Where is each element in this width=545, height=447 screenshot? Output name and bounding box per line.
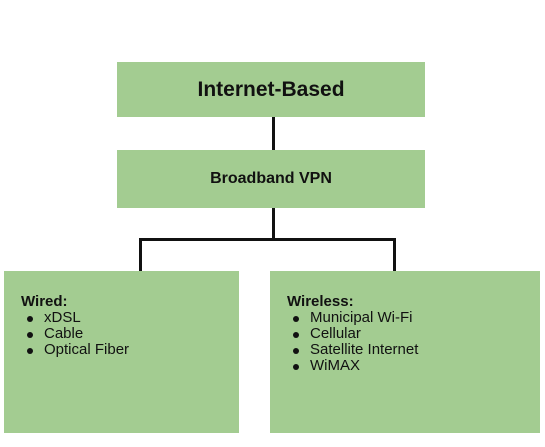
wireless-item-satellite-internet: Satellite Internet xyxy=(287,342,540,358)
wireless-item-wimax: WiMAX xyxy=(287,358,540,374)
wired-item-xdsl: xDSL xyxy=(21,310,239,326)
wireless-item-cellular: Cellular xyxy=(287,326,540,342)
wireless-item-municipal-wifi: Municipal Wi-Fi xyxy=(287,310,540,326)
wired-item-cable: Cable xyxy=(21,326,239,342)
wireless-title: Wireless: xyxy=(287,293,354,310)
connector-horizontal-bar xyxy=(139,238,396,241)
wireless-list: Municipal Wi-Fi Cellular Satellite Inter… xyxy=(287,310,540,374)
connector-top-to-middle xyxy=(272,117,275,150)
wired-box: Wired: xDSL Cable Optical Fiber xyxy=(4,271,239,433)
internet-based-title: Internet-Based xyxy=(197,77,345,101)
connector-to-wired xyxy=(139,238,142,271)
connector-to-wireless xyxy=(393,238,396,271)
wireless-box: Wireless: Municipal Wi-Fi Cellular Satel… xyxy=(270,271,540,433)
wired-item-optical-fiber: Optical Fiber xyxy=(21,342,239,358)
internet-based-box: Internet-Based xyxy=(117,62,425,117)
broadband-vpn-title: Broadband VPN xyxy=(210,170,332,187)
connector-middle-stem xyxy=(272,208,275,240)
wired-list: xDSL Cable Optical Fiber xyxy=(21,310,239,358)
broadband-vpn-box: Broadband VPN xyxy=(117,150,425,208)
wired-title: Wired: xyxy=(21,293,68,310)
